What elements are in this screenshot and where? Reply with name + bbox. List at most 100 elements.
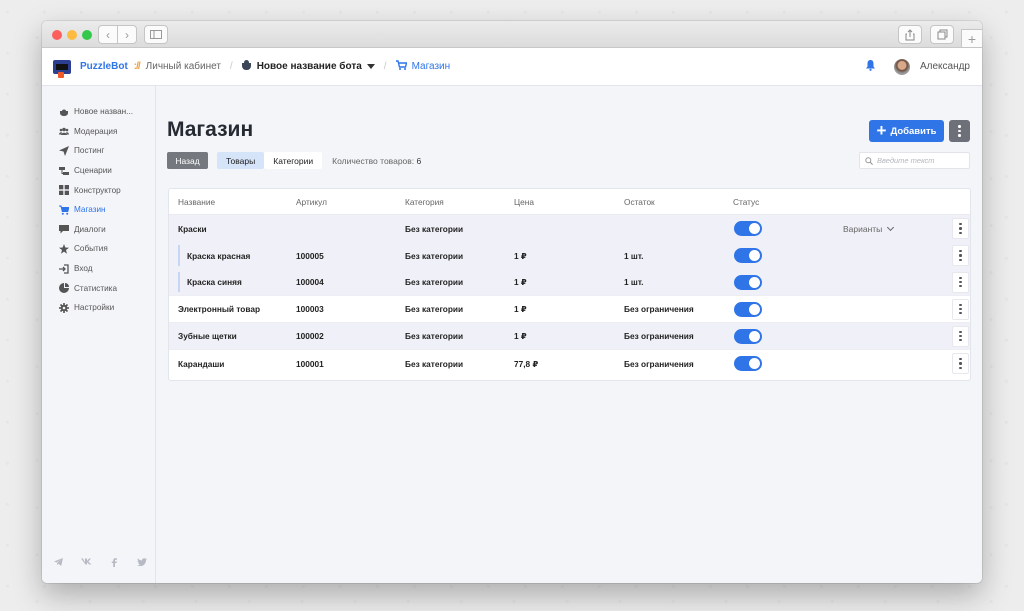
main-content: Магазин + Добавить Назад Товары Категори…: [157, 86, 982, 583]
chart-icon: [59, 283, 69, 294]
sidebar-item-moderation[interactable]: Модерация: [42, 122, 155, 142]
search-input[interactable]: [877, 156, 967, 165]
brand-name[interactable]: PuzzleBot: [80, 61, 128, 72]
column-header-stock[interactable]: Остаток: [624, 197, 655, 207]
sidebar-item-constructor[interactable]: Конструктор: [42, 180, 155, 200]
cart-icon: [59, 205, 69, 215]
sidebar-item-bot[interactable]: Новое назван...: [42, 102, 155, 122]
variant-indicator: [178, 272, 180, 292]
row-more-button[interactable]: [952, 218, 969, 239]
cell-sku: 100002: [296, 331, 324, 341]
sidebar-item-scenarios[interactable]: Сценарии: [42, 161, 155, 181]
table-row[interactable]: Электронный товар 100003 Без категории 1…: [169, 296, 970, 323]
star-icon: [59, 243, 69, 254]
bot-icon: [241, 60, 251, 70]
column-header-name[interactable]: Название: [178, 197, 215, 207]
chevron-down-icon[interactable]: [366, 64, 375, 69]
row-more-button[interactable]: [952, 353, 969, 374]
forward-icon[interactable]: ›: [117, 25, 137, 44]
column-header-price[interactable]: Цена: [514, 197, 534, 207]
table-row[interactable]: Зубные щетки 100002 Без категории 1 ₽ Бе…: [169, 323, 970, 350]
product-count: Количество товаров: 6: [332, 156, 421, 166]
cell-stock: Без ограничения: [624, 331, 694, 341]
cell-name: Краски: [178, 223, 207, 234]
facebook-icon[interactable]: [108, 558, 120, 569]
status-toggle[interactable]: [734, 356, 762, 371]
login-icon: [59, 263, 69, 274]
column-header-status[interactable]: Статус: [733, 197, 759, 207]
table-row[interactable]: Карандаши 100001 Без категории 77,8 ₽ Бе…: [169, 350, 970, 377]
column-header-sku[interactable]: Артикул: [296, 197, 327, 207]
tab-products[interactable]: Товары: [217, 152, 265, 169]
sidebar-item-settings[interactable]: Настройки: [42, 298, 155, 318]
bot-selector[interactable]: Новое название бота: [257, 61, 362, 72]
breadcrumb-shop[interactable]: Магазин: [412, 61, 451, 72]
puzzlebot-logo-icon[interactable]: [53, 58, 71, 78]
status-toggle[interactable]: [734, 221, 762, 236]
status-toggle[interactable]: [734, 301, 762, 317]
tabs-icon[interactable]: [930, 25, 954, 44]
cell-price: 1 ₽: [514, 250, 527, 261]
cell-stock: Без ограничения: [624, 304, 694, 314]
cart-icon: [395, 60, 407, 73]
sidebar-item-shop[interactable]: Магазин: [42, 200, 155, 220]
close-window-button[interactable]: [52, 30, 62, 40]
bell-icon[interactable]: [865, 59, 876, 74]
search-icon: [865, 152, 873, 170]
tab-categories[interactable]: Категории: [264, 152, 323, 169]
plus-icon: +: [876, 120, 887, 140]
row-more-button[interactable]: [952, 245, 969, 266]
row-more-button[interactable]: [952, 271, 969, 293]
cell-name: Краска красная: [187, 250, 251, 261]
new-tab-icon[interactable]: +: [961, 29, 982, 48]
search-box[interactable]: [859, 152, 970, 169]
sidebar-item-label: Диалоги: [74, 224, 106, 234]
telegram-icon[interactable]: [52, 558, 64, 569]
user-area: Александр: [865, 58, 970, 75]
sidebar-item-dialogs[interactable]: Диалоги: [42, 220, 155, 240]
breadcrumb-cabinet[interactable]: Личный кабинет: [146, 61, 221, 72]
table-row[interactable]: Краски Без категории Варианты: [169, 215, 970, 243]
cell-price: 1 ₽: [514, 277, 527, 287]
sidebar-item-label: Конструктор: [74, 185, 121, 195]
share-icon[interactable]: [898, 25, 922, 44]
twitter-icon[interactable]: [136, 558, 148, 569]
sidebar-nav: Новое назван... Модерация Постинг Сценар…: [42, 86, 155, 318]
shop-toolbar: Назад Товары Категории Количество товаро…: [167, 152, 421, 169]
back-button[interactable]: Назад: [167, 152, 208, 169]
status-toggle[interactable]: [734, 248, 762, 263]
browser-toolbar: ‹ › +: [42, 21, 982, 48]
sidebar-icon[interactable]: [144, 25, 168, 44]
cell-name: Зубные щетки: [178, 331, 237, 341]
users-icon: [59, 126, 69, 136]
sidebar-item-statistics[interactable]: Статистика: [42, 278, 155, 298]
sidebar-item-label: Постинг: [74, 146, 105, 156]
status-toggle[interactable]: [734, 328, 762, 344]
cell-sku: 100005: [296, 250, 324, 261]
user-name[interactable]: Александр: [920, 61, 970, 72]
sidebar-item-events[interactable]: События: [42, 239, 155, 259]
row-more-button[interactable]: [952, 325, 969, 347]
cell-category: Без категории: [405, 223, 464, 234]
row-more-button[interactable]: [952, 298, 969, 320]
table-row[interactable]: Краска красная 100005 Без категории 1 ₽ …: [169, 242, 970, 270]
avatar[interactable]: [893, 58, 910, 75]
add-product-button[interactable]: + Добавить: [869, 120, 944, 142]
sidebar-item-login[interactable]: Вход: [42, 259, 155, 279]
table-row[interactable]: Краска синяя 100004 Без категории 1 ₽ 1 …: [169, 269, 970, 296]
zoom-window-button[interactable]: [82, 30, 92, 40]
more-options-button[interactable]: [949, 120, 970, 142]
back-icon[interactable]: ‹: [98, 25, 118, 44]
sidebar-item-posting[interactable]: Постинг: [42, 141, 155, 161]
status-toggle[interactable]: [734, 274, 762, 290]
variant-indicator: [178, 245, 180, 266]
vk-icon[interactable]: [80, 558, 92, 569]
product-count-label: Количество товаров:: [332, 155, 415, 166]
cell-price: 1 ₽: [514, 304, 527, 314]
minimize-window-button[interactable]: [67, 30, 77, 40]
bot-icon: [59, 107, 69, 117]
variants-dropdown[interactable]: Варианты: [843, 223, 895, 234]
column-header-category[interactable]: Категория: [405, 197, 444, 207]
sidebar-item-label: События: [74, 244, 108, 254]
cell-price: 77,8 ₽: [514, 358, 539, 369]
